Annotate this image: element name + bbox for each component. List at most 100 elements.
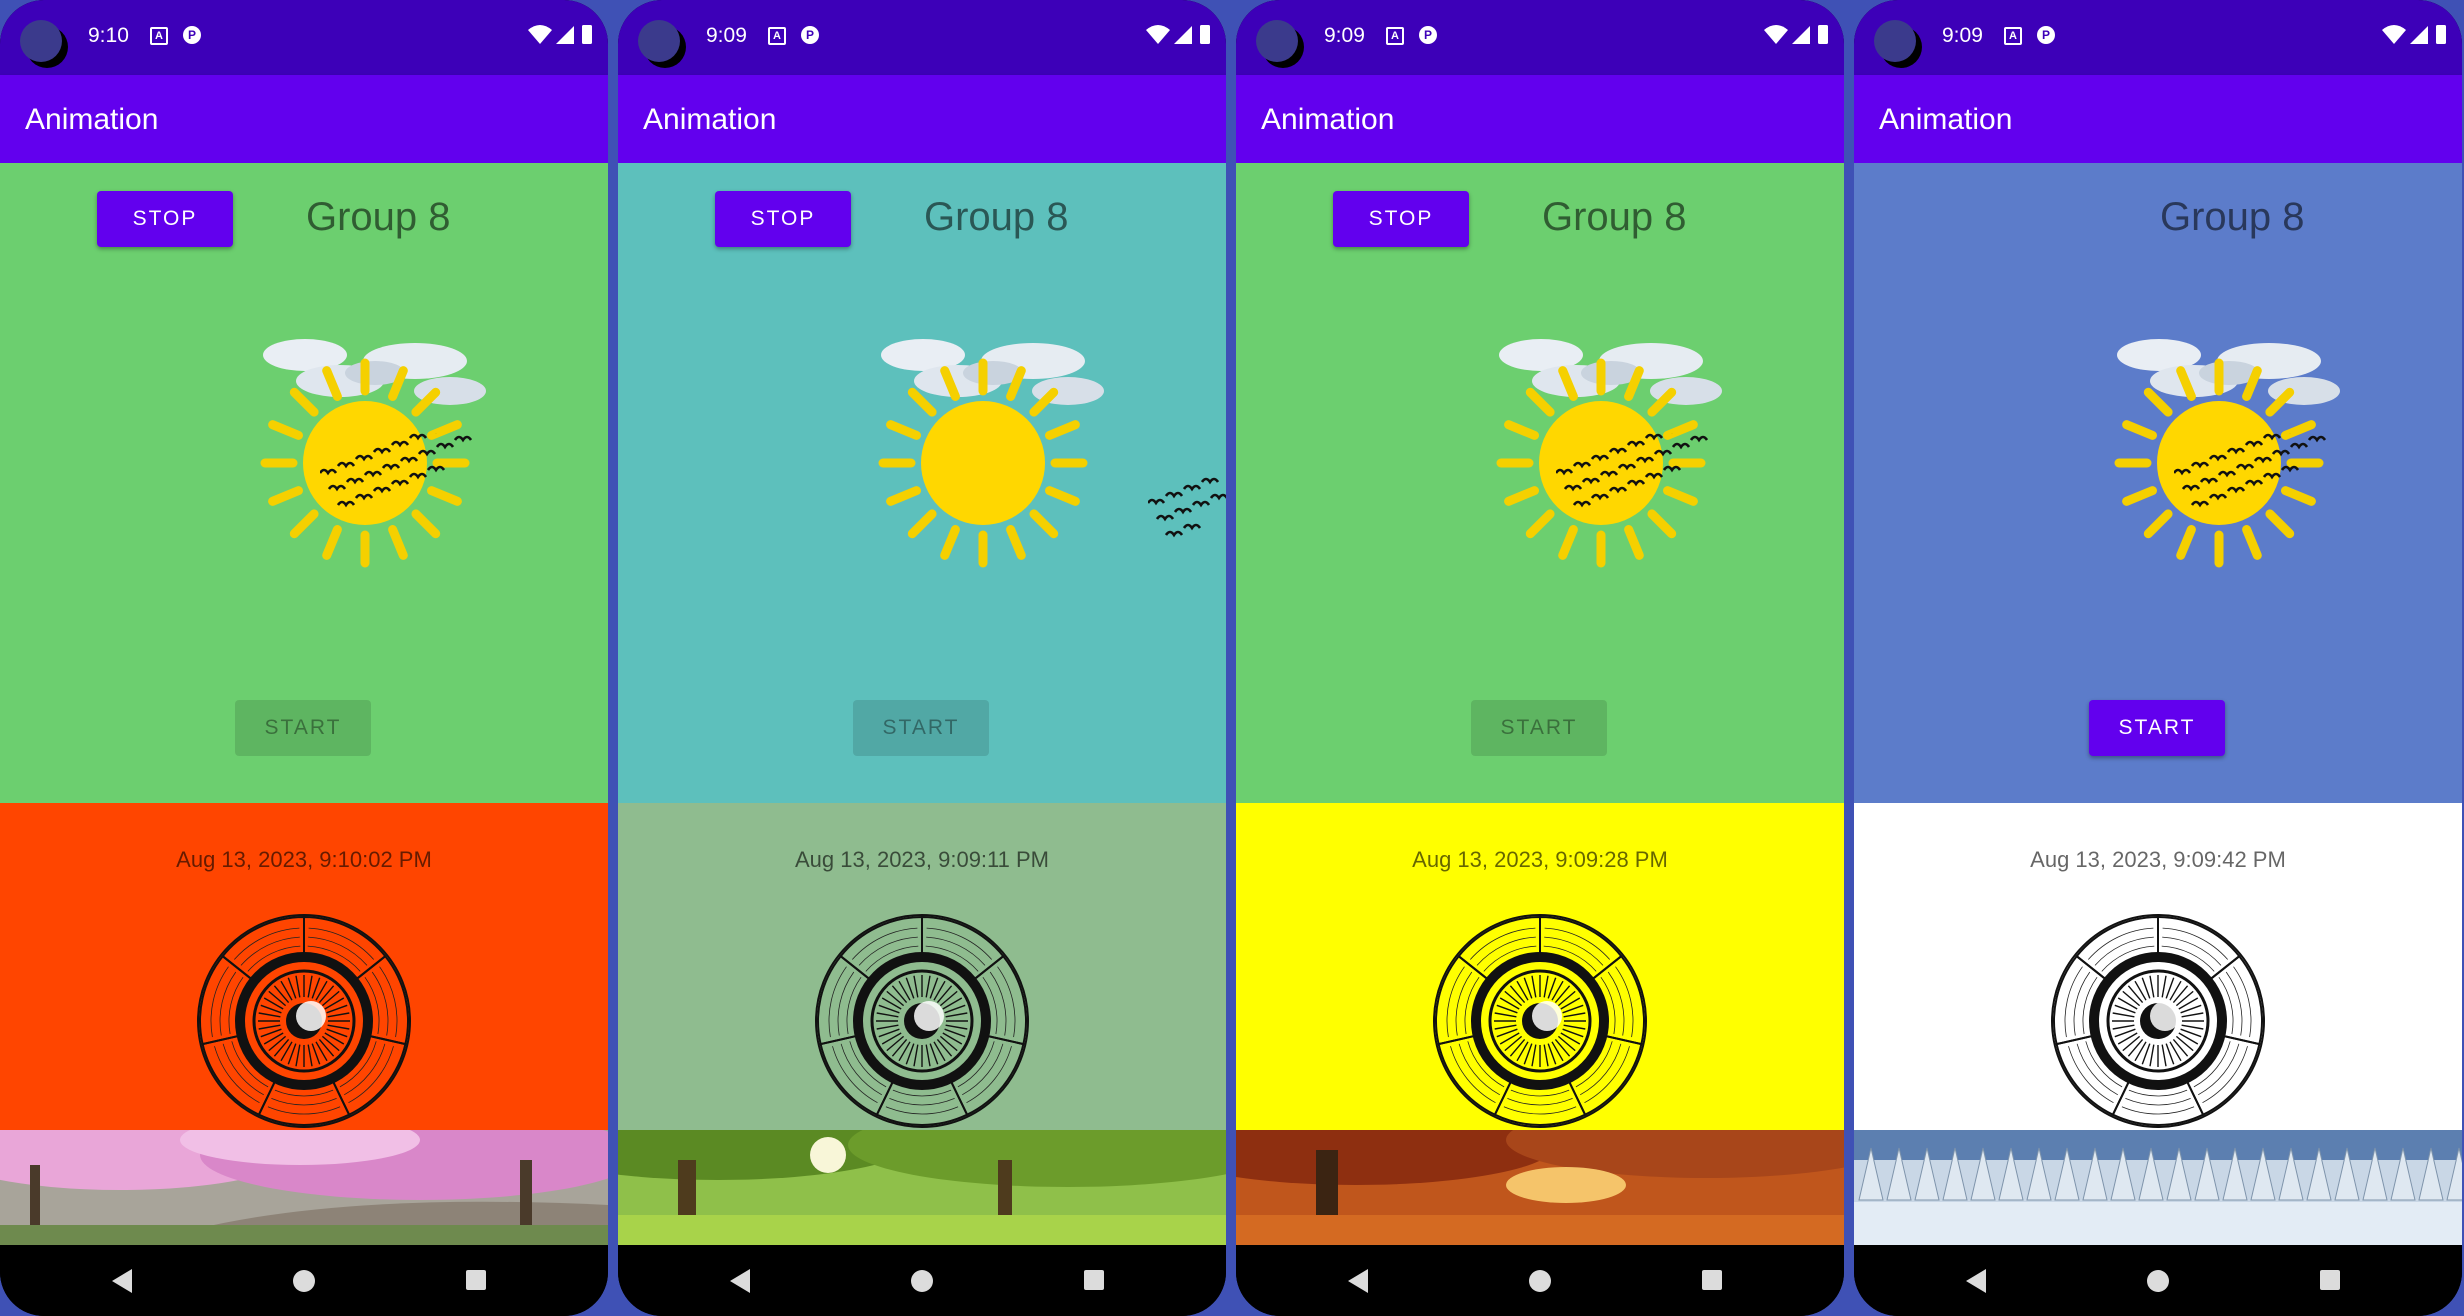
date-time-text: Aug 13, 2023, 9:09:28 PM [1412, 847, 1668, 872]
animation-area: STOP Group 8 START [618, 163, 1226, 803]
recents-icon[interactable] [466, 1270, 486, 1290]
signal-icon [556, 26, 574, 44]
home-icon[interactable] [911, 1270, 933, 1292]
notification-p-icon: P [183, 26, 201, 44]
stop-button[interactable]: STOP [1333, 191, 1469, 247]
phone-screen: 9:09 A P Animation STOP Group 8 START Au… [1236, 0, 1844, 1316]
start-button[interactable]: START [853, 700, 989, 756]
birds-flock [2174, 433, 2327, 508]
wifi-icon [1146, 25, 1170, 44]
status-time: 9:09 [1324, 24, 1365, 47]
date-time-text: Aug 13, 2023, 9:09:11 PM [795, 847, 1049, 872]
signal-icon [1174, 26, 1192, 44]
battery-icon [582, 25, 592, 44]
animation-area: STOP Group 8 START [0, 163, 608, 803]
status-bar: 9:10 A P [0, 0, 608, 75]
camera-cutout-icon [1256, 20, 1298, 62]
camera-cutout-icon [20, 20, 62, 62]
wifi-icon [2382, 25, 2406, 44]
camera-cutout-icon [638, 20, 680, 62]
birds-flock [320, 433, 473, 508]
status-icons [1146, 25, 1210, 44]
home-icon[interactable] [2147, 1270, 2169, 1292]
group-label: Group 8 [924, 195, 1069, 239]
notification-a-icon: A [768, 27, 786, 45]
status-time: 9:09 [1942, 24, 1983, 47]
battery-icon [2436, 25, 2446, 44]
clock-area: Aug 13, 2023, 9:10:02 PM [0, 803, 608, 1130]
clock-area: Aug 13, 2023, 9:09:11 PM [618, 803, 1226, 1130]
battery-icon [1818, 25, 1828, 44]
navigation-bar [0, 1245, 608, 1316]
start-button[interactable]: START [2089, 700, 2225, 756]
day-wheel [197, 914, 411, 1128]
day-wheel [1433, 914, 1647, 1128]
signal-icon [1792, 26, 1810, 44]
back-icon[interactable] [1348, 1269, 1368, 1293]
date-time-text: Aug 13, 2023, 9:10:02 PM [176, 847, 432, 872]
status-bar: 9:09 A P [618, 0, 1226, 75]
navigation-bar [1236, 1245, 1844, 1316]
notification-a-icon: A [1386, 27, 1404, 45]
season-banner-image [1236, 1130, 1844, 1245]
day-wheel [2051, 914, 2265, 1128]
signal-icon [2410, 26, 2428, 44]
app-bar: Animation [0, 75, 608, 163]
camera-cutout-icon [1874, 20, 1916, 62]
navigation-bar [618, 1245, 1226, 1316]
home-icon[interactable] [1529, 1270, 1551, 1292]
sun-scene [878, 339, 1104, 568]
back-icon[interactable] [112, 1269, 132, 1293]
group-label: Group 8 [1542, 195, 1687, 239]
home-icon[interactable] [293, 1270, 315, 1292]
recents-icon[interactable] [1702, 1270, 1722, 1290]
stop-button[interactable]: STOP [715, 191, 851, 247]
status-bar: 9:09 A P [1236, 0, 1844, 75]
recents-icon[interactable] [1084, 1270, 1104, 1290]
battery-icon [1200, 25, 1210, 44]
day-wheel [815, 914, 1029, 1128]
back-icon[interactable] [1966, 1269, 1986, 1293]
sun-disc [921, 401, 1045, 525]
notification-p-icon: P [2037, 26, 2055, 44]
notification-p-icon: P [1419, 26, 1437, 44]
back-icon[interactable] [730, 1269, 750, 1293]
wifi-icon [1764, 25, 1788, 44]
status-icons [528, 25, 592, 44]
notification-p-icon: P [801, 26, 819, 44]
group-label: Group 8 [2160, 195, 2305, 239]
wifi-icon [528, 25, 552, 44]
date-time-text: Aug 13, 2023, 9:09:42 PM [2030, 847, 2286, 872]
animation-area: STOP Group 8 START [1236, 163, 1844, 803]
status-time: 9:09 [706, 24, 747, 47]
notification-a-icon: A [2004, 27, 2022, 45]
app-bar: Animation [618, 75, 1226, 163]
app-bar: Animation [1236, 75, 1844, 163]
app-title: Animation [25, 103, 159, 136]
status-icons [2382, 25, 2446, 44]
start-button[interactable]: START [235, 700, 371, 756]
season-banner-image [618, 1130, 1226, 1245]
season-banner-image [1854, 1130, 2462, 1245]
status-icons [1764, 25, 1828, 44]
navigation-bar [1854, 1245, 2462, 1316]
phone-screen: 9:09 A P Animation Group 8 START Aug 13,… [1854, 0, 2462, 1316]
notification-a-icon: A [150, 27, 168, 45]
phone-screen: 9:10 A P Animation STOP Group 8 START Au… [0, 0, 608, 1316]
status-bar: 9:09 A P [1854, 0, 2462, 75]
phone-screen: 9:09 A P Animation STOP Group 8 START Au… [618, 0, 1226, 1316]
group-label: Group 8 [306, 195, 451, 239]
clock-area: Aug 13, 2023, 9:09:28 PM [1236, 803, 1844, 1130]
recents-icon[interactable] [2320, 1270, 2340, 1290]
birds-flock [1556, 433, 1709, 508]
app-title: Animation [643, 103, 777, 136]
start-button[interactable]: START [1471, 700, 1607, 756]
app-bar: Animation [1854, 75, 2462, 163]
animation-area: Group 8 START [1854, 163, 2462, 803]
app-title: Animation [1261, 103, 1395, 136]
stop-button[interactable]: STOP [97, 191, 233, 247]
app-title: Animation [1879, 103, 2013, 136]
status-time: 9:10 [88, 24, 129, 47]
birds-flock [1148, 477, 1226, 538]
season-banner-image [0, 1130, 608, 1245]
